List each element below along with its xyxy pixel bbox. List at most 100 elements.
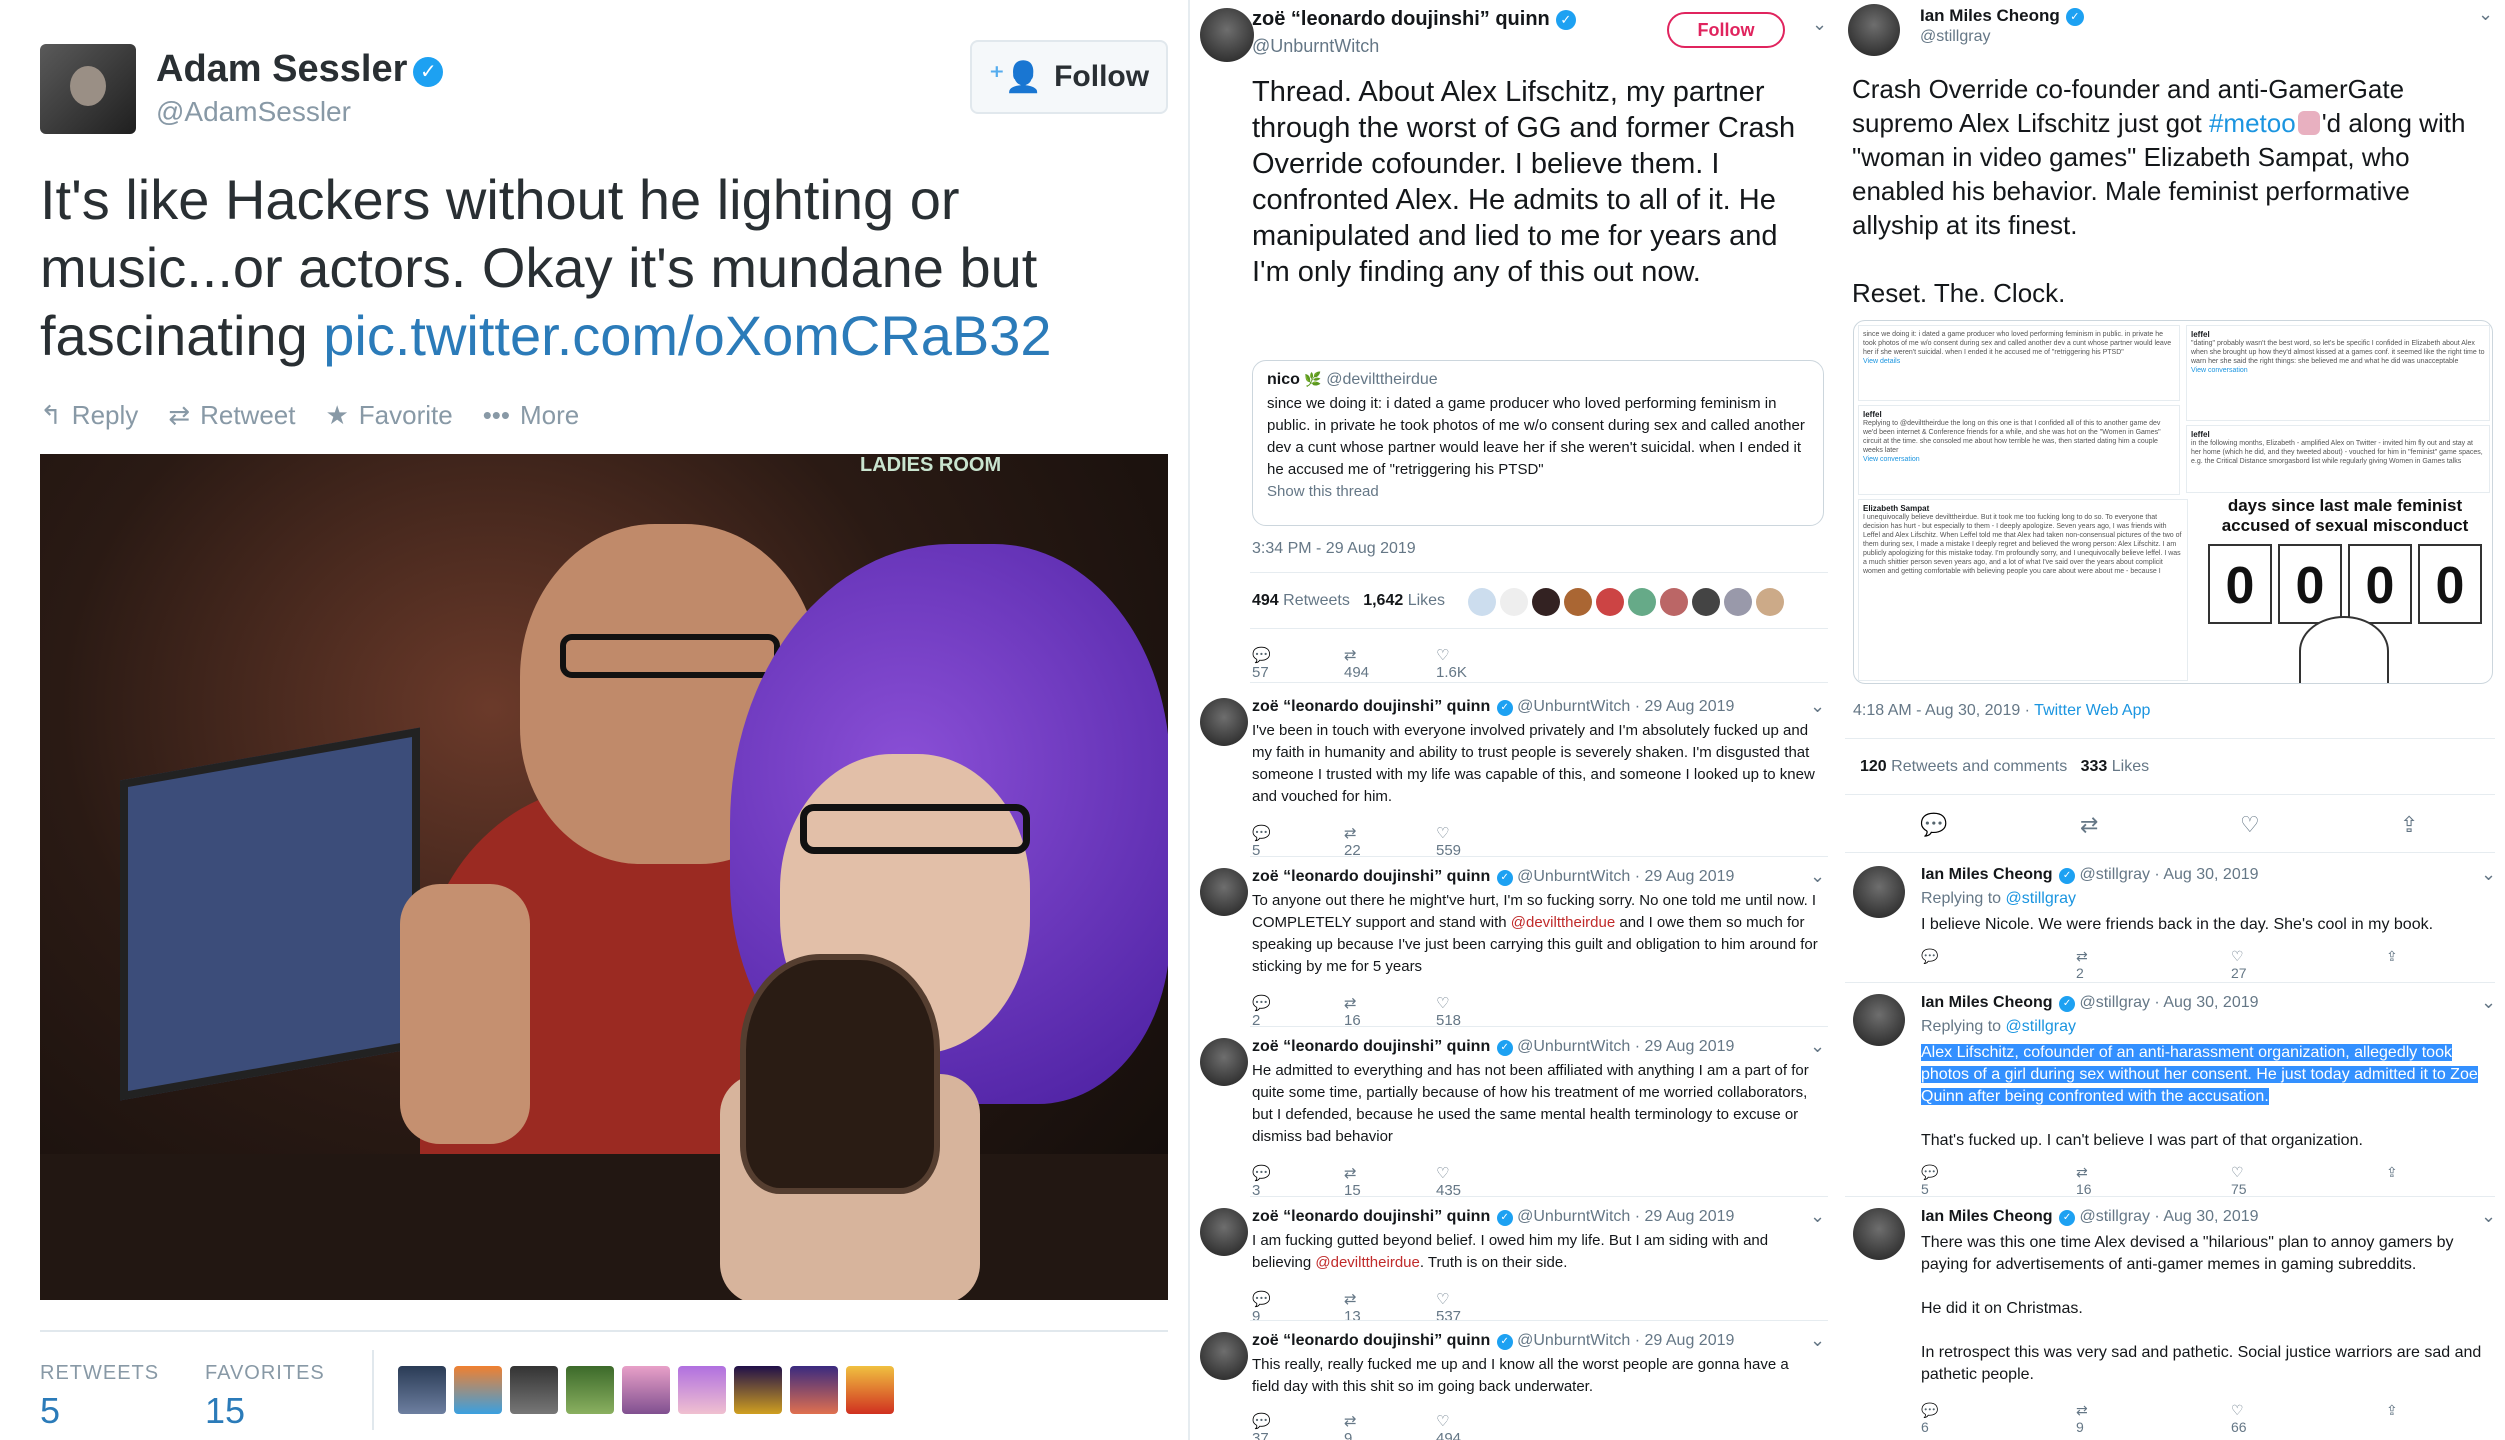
reply-date[interactable]: 29 Aug 2019 (1645, 1332, 1735, 1349)
reply-author-name[interactable]: zoë “leonardo doujinshi” quinn (1252, 1332, 1490, 1349)
heart-icon[interactable]: ♡ (2240, 812, 2400, 838)
retweet-button[interactable]: ⇄ 9 (2076, 1402, 2231, 1435)
chevron-down-icon[interactable]: ⌄ (1810, 1330, 1825, 1351)
avatar[interactable] (1660, 588, 1688, 616)
share-icon[interactable]: ⇪ (2400, 812, 2505, 838)
avatar[interactable] (678, 1366, 726, 1414)
avatar[interactable] (566, 1366, 614, 1414)
avatar[interactable] (1853, 866, 1905, 918)
chevron-down-icon[interactable]: ⌄ (2481, 992, 2496, 1013)
avatar[interactable] (454, 1366, 502, 1414)
like-button[interactable]: ♡ 518 (1436, 994, 1528, 1029)
source-app-link[interactable]: Twitter Web App (2034, 702, 2150, 719)
more-button[interactable]: ••• More (483, 400, 580, 431)
avatar[interactable] (1468, 588, 1496, 616)
like-button[interactable]: ♡ 66 (2231, 1402, 2386, 1435)
user-name[interactable]: zoë “leonardo doujinshi” quinn (1252, 8, 1550, 30)
share-button[interactable]: ⇪ (2386, 1164, 2505, 1197)
reply-button[interactable]: 💬 37 (1252, 1412, 1344, 1440)
chevron-down-icon[interactable]: ⌄ (2481, 864, 2496, 885)
avatar[interactable] (1564, 588, 1592, 616)
like-count[interactable]: 333 (2081, 758, 2108, 775)
reply-button[interactable]: 💬 3 (1252, 1164, 1344, 1199)
avatar[interactable] (1200, 868, 1248, 916)
reply-date[interactable]: 29 Aug 2019 (1645, 698, 1735, 715)
avatar[interactable] (1692, 588, 1720, 616)
retweet-button[interactable]: ⇄ 494 (1344, 646, 1436, 681)
like-button[interactable]: ♡ 559 (1436, 824, 1528, 859)
avatar[interactable] (1200, 698, 1248, 746)
chevron-down-icon[interactable]: ⌄ (2478, 4, 2493, 25)
reply-author-name[interactable]: zoë “leonardo doujinshi” quinn (1252, 1038, 1490, 1055)
share-button[interactable]: ⇪ (2386, 1402, 2505, 1435)
reply-button[interactable]: 💬 5 (1252, 824, 1344, 859)
chevron-down-icon[interactable]: ⌄ (1812, 14, 1827, 35)
favorite-button[interactable]: ★ Favorite (325, 400, 452, 431)
avatar[interactable] (1853, 1208, 1905, 1260)
retweet-button[interactable]: ⇄ 9 (1344, 1412, 1436, 1440)
reply-author-name[interactable]: Ian Miles Cheong (1921, 1208, 2053, 1225)
reply-date[interactable]: 29 Aug 2019 (1645, 1208, 1735, 1225)
avatar[interactable] (1628, 588, 1656, 616)
reply-author-name[interactable]: zoë “leonardo doujinshi” quinn (1252, 698, 1490, 715)
hashtag-link[interactable]: #metoo (2209, 108, 2296, 138)
avatar[interactable] (1596, 588, 1624, 616)
reply-date[interactable]: 29 Aug 2019 (1645, 1038, 1735, 1055)
reply-date[interactable]: Aug 30, 2019 (2163, 1208, 2258, 1225)
favorites-count[interactable]: 15 (205, 1390, 245, 1432)
reply-button[interactable]: 💬 57 (1252, 646, 1344, 681)
tweet-photo[interactable]: LADIES ROOM (40, 454, 1168, 1300)
avatar[interactable] (1532, 588, 1560, 616)
follow-button[interactable]: Follow (1667, 12, 1785, 48)
tweet-link[interactable]: pic.twitter.com/oXomCRaB32 (323, 304, 1051, 367)
reply-button[interactable]: 💬 2 (1252, 994, 1344, 1029)
like-button[interactable]: ♡ 1.6K (1436, 646, 1528, 681)
retweet-button[interactable]: ⇄ Retweet (168, 400, 295, 431)
reply-date[interactable]: Aug 30, 2019 (2163, 994, 2258, 1011)
tweet-timestamp[interactable]: 4:18 AM - Aug 30, 2019 (1853, 702, 2020, 719)
show-thread-link[interactable]: Show this thread (1267, 483, 1809, 500)
user-name[interactable]: Adam Sessler (156, 48, 407, 90)
avatar[interactable] (1200, 8, 1254, 62)
reply-author-name[interactable]: Ian Miles Cheong (1921, 994, 2053, 1011)
avatar[interactable] (40, 44, 136, 134)
chevron-down-icon[interactable]: ⌄ (1810, 866, 1825, 887)
avatar[interactable] (622, 1366, 670, 1414)
user-handle[interactable]: @UnburntWitch (1252, 36, 1379, 57)
avatar[interactable] (1853, 994, 1905, 1046)
chevron-down-icon[interactable]: ⌄ (1810, 696, 1825, 717)
mention-link[interactable]: @devilttheirdue (1315, 1254, 1419, 1271)
like-button[interactable]: ♡ 494 (1436, 1412, 1528, 1440)
avatar[interactable] (846, 1366, 894, 1414)
reply-author-name[interactable]: Ian Miles Cheong (1921, 866, 2053, 883)
user-handle[interactable]: @AdamSessler (156, 96, 351, 128)
retweet-button[interactable]: ⇄ 22 (1344, 824, 1436, 859)
retweet-button[interactable]: ⇄ 16 (1344, 994, 1436, 1029)
retweet-button[interactable]: ⇄ 2 (2076, 948, 2231, 981)
reply-author-name[interactable]: zoë “leonardo doujinshi” quinn (1252, 1208, 1490, 1225)
reply-date[interactable]: 29 Aug 2019 (1645, 868, 1735, 885)
avatar[interactable] (510, 1366, 558, 1414)
reply-button[interactable]: ↰ Reply (40, 400, 138, 431)
user-handle[interactable]: @stillgray (1920, 28, 1990, 46)
like-button[interactable]: ♡ 435 (1436, 1164, 1528, 1199)
tweet-timestamp[interactable]: 3:34 PM - 29 Aug 2019 (1252, 540, 1416, 558)
chevron-down-icon[interactable]: ⌄ (1810, 1206, 1825, 1227)
avatar[interactable] (1200, 1332, 1248, 1380)
avatar[interactable] (1500, 588, 1528, 616)
like-button[interactable]: ♡ 75 (2231, 1164, 2386, 1197)
retweets-count[interactable]: 5 (40, 1390, 60, 1432)
quoted-tweet[interactable]: nico 🌿 @devilttheirdue since we doing it… (1252, 360, 1824, 526)
chevron-down-icon[interactable]: ⌄ (2481, 1206, 2496, 1227)
avatar[interactable] (1200, 1038, 1248, 1086)
tweet-image[interactable]: since we doing it: i dated a game produc… (1853, 320, 2493, 684)
mention-link[interactable]: @devilttheirdue (1511, 914, 1615, 931)
reply-author-name[interactable]: zoë “leonardo doujinshi” quinn (1252, 868, 1490, 885)
reply-button[interactable]: 💬 (1921, 948, 2076, 981)
reply-button[interactable]: 💬 5 (1921, 1164, 2076, 1197)
reply-date[interactable]: Aug 30, 2019 (2163, 866, 2258, 883)
retweet-button[interactable]: ⇄ 16 (2076, 1164, 2231, 1197)
avatar[interactable] (790, 1366, 838, 1414)
avatar[interactable] (1200, 1208, 1248, 1256)
avatar[interactable] (1724, 588, 1752, 616)
